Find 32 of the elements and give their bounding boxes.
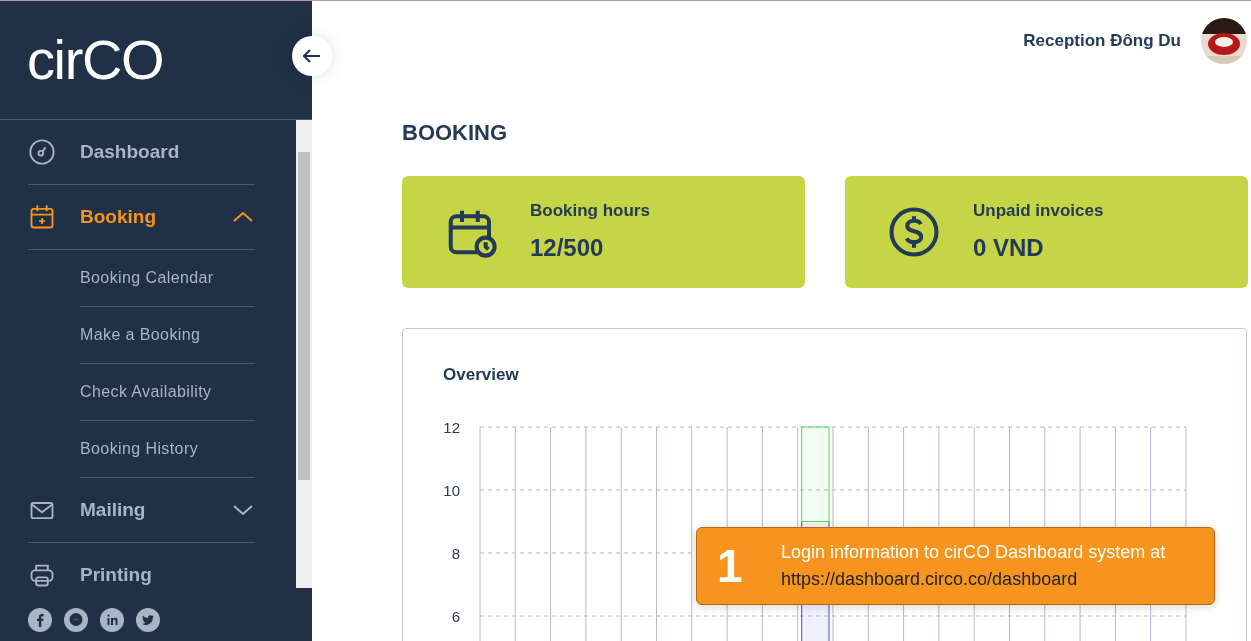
chart-title: Overview xyxy=(443,364,520,386)
linkedin-icon[interactable] xyxy=(100,608,124,632)
step-number: 1 xyxy=(717,543,744,589)
user-name: Reception Đông Du xyxy=(1023,30,1181,53)
submenu-item[interactable]: Booking History xyxy=(80,421,255,478)
stat-value: 12/500 xyxy=(530,232,605,263)
submenu-item[interactable]: Booking Calendar xyxy=(80,250,255,307)
logo: cirCO xyxy=(27,32,164,88)
stat-label: Unpaid invoices xyxy=(973,200,1104,223)
dollar-icon xyxy=(887,205,941,259)
nav-item[interactable]: Dashboard xyxy=(28,120,255,185)
stat-value: 0 VND xyxy=(973,232,1045,263)
tick-label: 6 xyxy=(451,608,460,625)
scrollbar[interactable] xyxy=(296,120,312,588)
page-title: BOOKING xyxy=(402,119,509,147)
gauge-icon xyxy=(28,138,56,166)
nav-item[interactable]: Mailing xyxy=(28,478,255,543)
arrow-left-icon xyxy=(303,49,321,63)
facebook-icon[interactable] xyxy=(28,608,52,632)
nav-item[interactable]: Booking xyxy=(28,185,255,250)
tick-label: 10 xyxy=(443,482,460,499)
collapse-button[interactable] xyxy=(292,36,332,76)
callout-link[interactable]: https://dashboard.circo.co/dashboard xyxy=(781,566,1166,593)
callout-text: Login information to cirCO Dashboard system at xyxy=(781,541,1166,564)
twitter-icon[interactable] xyxy=(136,608,160,632)
tick-label: 12 xyxy=(443,419,460,436)
stat-label: Booking hours xyxy=(530,200,650,223)
submenu-item[interactable]: Make a Booking xyxy=(80,307,255,364)
messenger-icon[interactable] xyxy=(64,608,88,632)
tick-label: 8 xyxy=(451,545,460,562)
calendar-plus-icon xyxy=(28,203,56,231)
submenu-item[interactable]: Check Availability xyxy=(80,364,255,421)
